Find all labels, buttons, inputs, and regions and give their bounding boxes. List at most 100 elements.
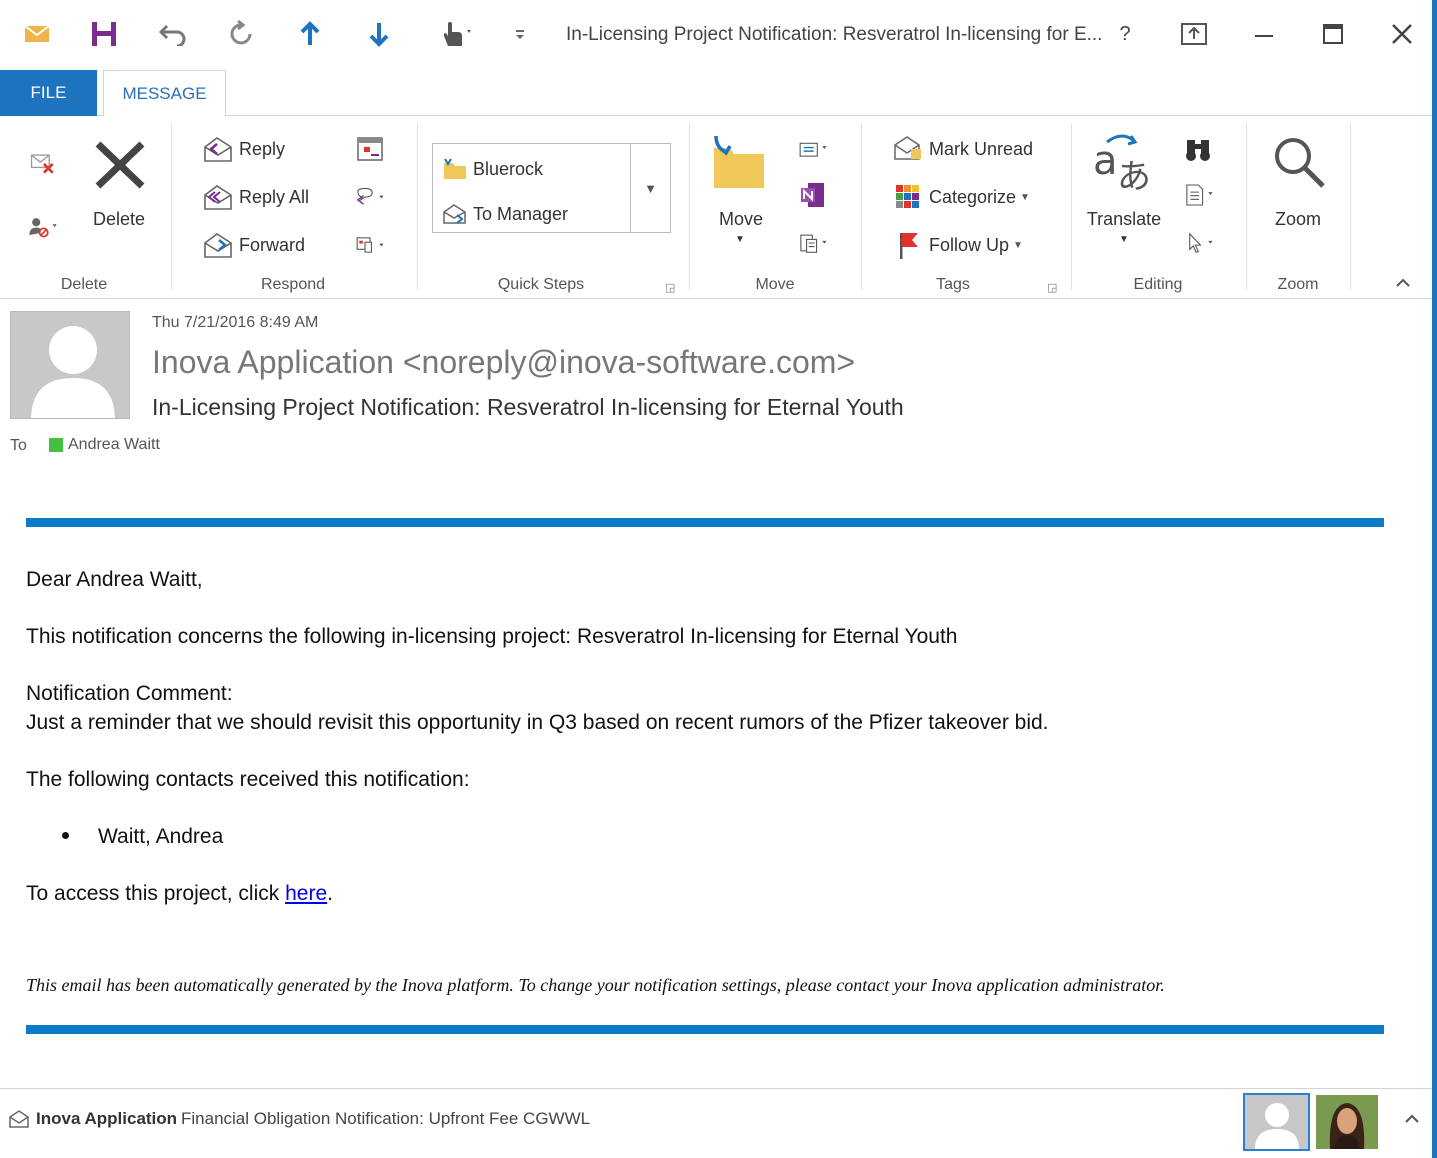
meeting-reply-button[interactable]	[355, 134, 391, 164]
quick-step-bluerock-label: Bluerock	[473, 158, 544, 179]
body-access-line: To access this project, click here.	[26, 882, 333, 906]
junk-button[interactable]	[28, 212, 64, 242]
group-separator	[1350, 124, 1351, 290]
window-border	[1432, 0, 1437, 1158]
reply-all-button[interactable]: Reply All	[203, 182, 309, 212]
help-icon[interactable]: ?	[1103, 14, 1147, 54]
next-item-icon[interactable]	[359, 14, 399, 54]
group-separator	[417, 124, 418, 290]
quick-step-to-manager[interactable]: To Manager	[443, 199, 568, 229]
to-label: To	[10, 437, 27, 454]
group-separator	[171, 124, 172, 290]
window-title: In-Licensing Project Notification: Resve…	[566, 24, 1103, 45]
categorize-button[interactable]: Categorize ▼	[893, 182, 1030, 212]
tags-group-label: Tags	[936, 276, 970, 293]
collapse-ribbon-icon[interactable]	[1395, 278, 1411, 288]
recipient-name[interactable]: Andrea Waitt	[68, 436, 160, 454]
envelope-icon[interactable]	[17, 14, 57, 54]
reply-all-icon	[203, 182, 233, 212]
onenote-icon	[798, 180, 828, 210]
translate-icon[interactable]: aあ	[1093, 132, 1155, 192]
actions-icon	[798, 228, 828, 258]
meeting-icon	[355, 134, 385, 164]
people-pane: Inova Application Financial Obligation N…	[0, 1088, 1437, 1158]
tab-file[interactable]: FILE	[0, 70, 97, 116]
people-pane-item[interactable]: Financial Obligation Notification: Upfro…	[181, 1109, 590, 1129]
translate-button[interactable]: Translate	[1086, 209, 1162, 230]
project-link[interactable]: here	[285, 882, 327, 905]
svg-text:あ: あ	[1117, 157, 1151, 192]
reply-all-label: Reply All	[239, 186, 310, 207]
delete-group-label: Delete	[60, 276, 108, 293]
group-separator	[689, 124, 690, 290]
expand-people-pane-icon[interactable]	[1404, 1111, 1420, 1129]
move-group-label: Move	[755, 276, 795, 293]
select-button[interactable]	[1184, 228, 1220, 258]
svg-text:a: a	[1093, 138, 1118, 184]
redo-icon[interactable]	[222, 14, 262, 54]
quick-step-bluerock[interactable]: Bluerock	[443, 154, 543, 184]
forward-button[interactable]: Forward	[203, 230, 305, 260]
maximize-icon[interactable]	[1311, 14, 1355, 54]
contact-avatar-placeholder[interactable]	[1243, 1093, 1310, 1151]
delete-button[interactable]: Delete	[86, 209, 152, 230]
move-folder-icon[interactable]	[708, 134, 768, 190]
ignore-icon	[28, 148, 58, 178]
contact-list-item: Waitt, Andrea	[98, 825, 224, 848]
follow-up-button[interactable]: Follow Up ▼	[893, 230, 1023, 260]
reply-button[interactable]: Reply	[203, 134, 285, 164]
customize-qat-icon[interactable]	[500, 14, 540, 54]
message-header: Thu 7/21/2016 8:49 AM Inova Application …	[0, 300, 1437, 470]
folder-icon	[443, 154, 467, 184]
access-prefix: To access this project, click	[26, 882, 286, 905]
forward-mail-icon	[443, 199, 467, 229]
ribbon: Delete Delete Reply Reply All Forward Re…	[0, 116, 1437, 299]
mail-icon	[8, 1109, 30, 1134]
tags-launcher-icon[interactable]: ◲	[1047, 281, 1057, 294]
zoom-button[interactable]: Zoom	[1266, 209, 1330, 230]
message-from[interactable]: Inova Application <noreply@inova-softwar…	[152, 344, 855, 381]
body-disclaimer: This email has been automatically genera…	[26, 975, 1165, 995]
ignore-button[interactable]	[28, 148, 64, 178]
move-button[interactable]: Move	[706, 209, 776, 230]
tab-message[interactable]: MESSAGE	[103, 70, 226, 117]
close-icon[interactable]	[1380, 14, 1424, 54]
message-date: Thu 7/21/2016 8:49 AM	[152, 314, 319, 331]
im-reply-button[interactable]	[355, 182, 391, 212]
quick-steps-launcher-icon[interactable]: ◲	[665, 281, 675, 294]
find-button[interactable]	[1184, 134, 1220, 164]
related-icon	[1184, 180, 1214, 210]
categorize-dropdown-icon: ▼	[1020, 191, 1030, 203]
editing-group-label: Editing	[1133, 276, 1183, 293]
contact-avatar-photo[interactable]	[1316, 1095, 1378, 1149]
message-subject: In-Licensing Project Notification: Resve…	[152, 394, 904, 420]
quick-steps-group-label: Quick Steps	[497, 276, 585, 293]
body-line1: This notification concerns the following…	[26, 625, 958, 648]
touch-mode-icon[interactable]	[432, 14, 480, 54]
categorize-icon	[893, 182, 923, 212]
people-pane-sender[interactable]: Inova Application	[36, 1109, 177, 1129]
onenote-button[interactable]	[798, 180, 834, 210]
related-button[interactable]	[1184, 180, 1220, 210]
previous-item-icon[interactable]	[290, 14, 330, 54]
zoom-group-label: Zoom	[1277, 276, 1319, 293]
flag-icon	[893, 230, 923, 260]
body-contacts-label: The following contacts received this not…	[26, 768, 470, 791]
minimize-icon[interactable]	[1242, 14, 1286, 54]
magnifier-icon[interactable]	[1271, 134, 1327, 190]
move-dropdown-icon[interactable]: ▼	[732, 234, 748, 245]
more-respond-button[interactable]	[355, 230, 391, 260]
undo-icon[interactable]	[153, 14, 193, 54]
bottom-divider-bar	[26, 1025, 1384, 1034]
rules-button[interactable]	[798, 134, 834, 164]
ribbon-display-options-icon[interactable]	[1172, 14, 1216, 54]
quick-steps-more-chevron-icon[interactable]: ▼	[630, 144, 670, 232]
actions-button[interactable]	[798, 228, 834, 258]
save-icon[interactable]	[84, 14, 124, 54]
mark-unread-button[interactable]: Mark Unread	[893, 134, 1033, 164]
top-divider-bar	[26, 518, 1384, 527]
sender-avatar[interactable]	[10, 311, 130, 419]
translate-dropdown-icon[interactable]: ▼	[1116, 234, 1132, 245]
delete-x-icon[interactable]	[92, 140, 148, 190]
respond-group-label: Respond	[260, 276, 326, 293]
